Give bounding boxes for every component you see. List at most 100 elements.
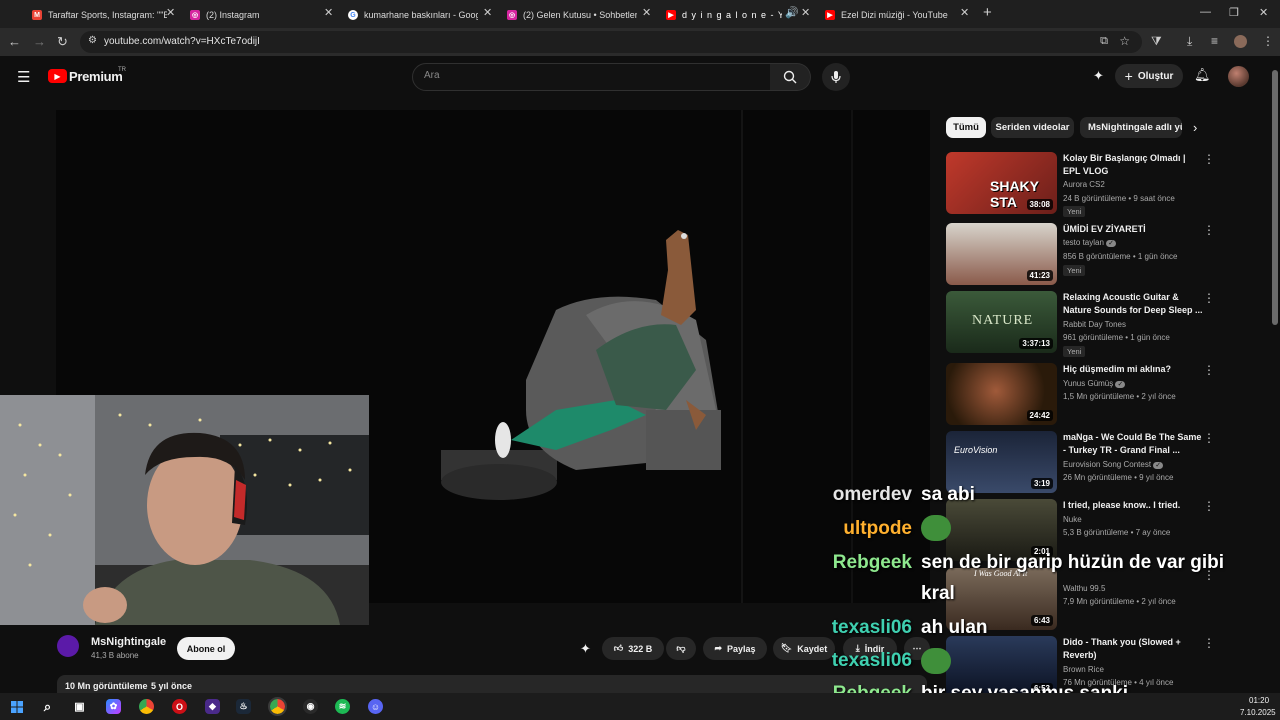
video-thumbnail[interactable]: 24:42 — [946, 363, 1057, 425]
recommended-video[interactable]: SHAKY STA 38:08 Kolay Bir Başlangıç Olma… — [946, 152, 1258, 217]
create-button[interactable]: + Oluştur — [1115, 64, 1183, 88]
close-icon[interactable]: ✕ — [324, 6, 333, 19]
chrome-icon[interactable] — [139, 699, 154, 714]
taskbar-date[interactable]: 7.10.2025 — [1240, 708, 1276, 717]
user-avatar[interactable] — [1228, 66, 1249, 87]
channel-name[interactable]: Rabbit Day Tones — [1063, 320, 1126, 329]
restore-icon[interactable]: ❐ — [1229, 6, 1239, 19]
chrome-active-icon[interactable] — [268, 697, 287, 716]
channel-name[interactable]: Brown Rice — [1063, 665, 1104, 674]
media-control-icon[interactable]: ≡ — [1211, 34, 1218, 48]
more-vertical-icon[interactable]: ⋮ — [1203, 223, 1215, 237]
video-thumbnail[interactable]: NATURE 3:37:13 — [946, 291, 1057, 353]
tab-youtube-ezel[interactable]: ▶ Ezel Dizi müziği - YouTube — [825, 4, 955, 26]
scrollbar[interactable] — [1272, 70, 1278, 325]
notifications-bell-icon[interactable]: 🔔︎ — [1194, 67, 1211, 83]
premium-sparkle-icon[interactable]: ✦ — [580, 641, 591, 657]
tab-instagram[interactable]: ◎ (2) Instagram — [190, 4, 325, 26]
search-icon[interactable]: ⌕ — [40, 699, 55, 714]
download-icon[interactable]: ⤓ — [1187, 34, 1192, 49]
close-icon[interactable]: ✕ — [642, 6, 651, 19]
video-title[interactable]: ÜMİDİ EV ZİYARETİ — [1063, 223, 1203, 236]
recommended-video[interactable]: 41:23 ÜMİDİ EV ZİYARETİ testo taylan ✓ 8… — [946, 223, 1258, 285]
channel-row[interactable]: Eurovision Song Contest ✓ — [1063, 460, 1164, 469]
channel-name[interactable]: MsNightingale — [91, 636, 166, 648]
chip-channel-videos[interactable]: MsNightingale adlı yü — [1080, 117, 1182, 138]
search-input[interactable]: Ara — [412, 63, 772, 91]
like-button[interactable]: 👍︎ 322 B — [602, 637, 664, 660]
more-vertical-icon[interactable]: ⋮ — [1203, 431, 1215, 445]
chip-all[interactable]: Tümü — [946, 117, 986, 138]
video-thumbnail[interactable]: 41:23 — [946, 223, 1057, 285]
chip-series-videos[interactable]: Seriden videolar — [991, 117, 1074, 138]
install-app-icon[interactable]: ⧉ — [1100, 35, 1108, 48]
video-title[interactable]: Dido - Thank you (Slowed + Reverb) — [1063, 636, 1203, 662]
obs-icon[interactable]: ◉ — [303, 699, 318, 714]
reload-icon[interactable]: ↻ — [57, 34, 68, 50]
close-icon[interactable]: ✕ — [166, 6, 175, 19]
share-button[interactable]: ➦ Paylaş — [703, 637, 767, 660]
recommended-video[interactable]: EuroVision 3:19 maNga - We Could Be The … — [946, 431, 1258, 493]
spotify-icon[interactable]: ≋ — [335, 699, 350, 714]
opera-icon[interactable]: O — [172, 699, 187, 714]
channel-name[interactable]: Nuke — [1063, 515, 1082, 524]
minimize-icon[interactable]: — — [1200, 6, 1211, 18]
task-view-icon[interactable]: ▣ — [72, 699, 87, 714]
premium-badge-icon[interactable]: ✦ — [1093, 68, 1104, 84]
more-vertical-icon[interactable]: ⋮ — [1203, 363, 1215, 377]
recommended-video[interactable]: I Was Good At It 6:43 Walthu 99.5 7,9 Mn… — [946, 568, 1258, 630]
video-title[interactable]: Kolay Bir Başlangıç Olmadı | EPL VLOG — [1063, 152, 1203, 178]
speaker-icon[interactable]: 🔊 — [785, 6, 799, 19]
channel-row[interactable]: testo taylan ✓ — [1063, 238, 1117, 247]
bookmark-star-icon[interactable]: ☆ — [1119, 34, 1130, 48]
site-info-icon[interactable]: ⚙ — [88, 35, 97, 46]
close-icon[interactable]: ✕ — [483, 6, 492, 19]
recommended-video[interactable]: NATURE 3:37:13 Relaxing Acoustic Guitar … — [946, 291, 1258, 357]
hamburger-menu-icon[interactable]: ☰ — [17, 68, 30, 86]
new-tab-icon[interactable]: + — [983, 4, 992, 21]
tab-youtube-dyingalone[interactable]: ▶ d y i n g a l o n e - Yo — [666, 4, 782, 26]
more-vertical-icon[interactable]: ⋮ — [1203, 291, 1215, 305]
video-title[interactable]: maNga - We Could Be The Same - Turkey TR… — [1063, 431, 1203, 457]
video-title[interactable]: I tried, please know.. I tried. — [1063, 499, 1203, 512]
subscribe-button[interactable]: Abone ol — [177, 637, 235, 660]
channel-name[interactable]: Aurora CS2 — [1063, 180, 1105, 189]
youtube-logo-icon[interactable]: ▶ — [48, 69, 67, 83]
steam-icon[interactable]: ♨ — [236, 699, 251, 714]
more-vertical-icon[interactable]: ⋮ — [1203, 636, 1215, 650]
extensions-icon[interactable]: ⧩ — [1151, 34, 1162, 49]
close-icon[interactable]: ✕ — [801, 6, 810, 19]
url-field[interactable]: ⚙ youtube.com/watch?v=HXcTe7odijI ⧉ ☆ — [80, 31, 1142, 53]
browser-menu-icon[interactable]: ⋮ — [1262, 34, 1274, 48]
recommended-video[interactable]: 24:42 Hiç düşmedim mi aklına? Yunus Gümü… — [946, 363, 1258, 425]
logo-text: Premium — [69, 69, 123, 84]
video-thumbnail[interactable]: SHAKY STA 38:08 — [946, 152, 1057, 214]
copilot-icon[interactable]: ✿ — [106, 699, 121, 714]
tab-google[interactable]: G kumarhane baskınları - Google — [348, 4, 478, 26]
tab-gmail[interactable]: M Taraftar Sports, Instagram: ""Bu — [32, 4, 167, 26]
channel-name[interactable]: Walthu 99.5 — [1063, 584, 1105, 593]
profile-avatar[interactable] — [1234, 35, 1247, 48]
app-icon[interactable]: ◆ — [205, 699, 220, 714]
video-title[interactable]: Relaxing Acoustic Guitar & Nature Sounds… — [1063, 291, 1203, 317]
more-vertical-icon[interactable]: ⋮ — [1203, 499, 1215, 513]
channel-row[interactable]: Yunus Gümüş ✓ — [1063, 379, 1126, 388]
duration-badge: 3:37:13 — [1019, 338, 1053, 349]
channel-avatar[interactable] — [57, 635, 79, 657]
taskbar-time[interactable]: 01:20 — [1249, 696, 1269, 705]
video-title[interactable]: Hiç düşmedim mi aklına? — [1063, 363, 1203, 376]
discord-icon[interactable]: ☺ — [368, 699, 383, 714]
close-window-icon[interactable]: ✕ — [1259, 6, 1268, 19]
tab-instagram-inbox[interactable]: ◎ (2) Gelen Kutusu • Sohbetler — [507, 4, 637, 26]
windows-start-icon[interactable] — [9, 699, 24, 714]
back-icon[interactable]: ← — [8, 34, 21, 49]
more-vertical-icon[interactable]: ⋮ — [1203, 152, 1215, 166]
chevron-right-icon[interactable]: › — [1193, 120, 1197, 135]
search-button[interactable] — [770, 63, 811, 91]
close-icon[interactable]: ✕ — [960, 6, 969, 19]
share-label: Paylaş — [727, 643, 756, 654]
forward-icon[interactable]: → — [33, 34, 46, 49]
tab-label: d y i n g a l o n e - Yo — [682, 10, 782, 20]
dislike-button[interactable]: 👎︎ — [666, 637, 696, 660]
voice-search-button[interactable] — [822, 63, 850, 91]
